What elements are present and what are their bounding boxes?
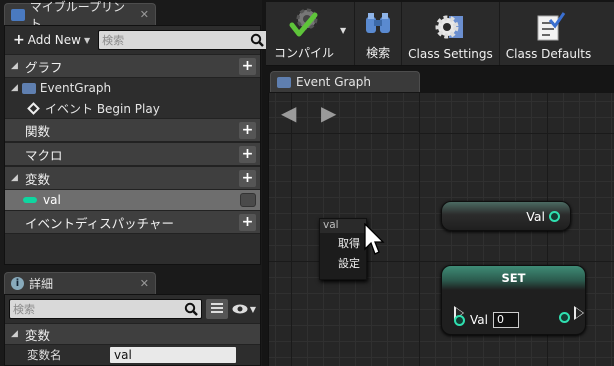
chevron-down-icon[interactable]: ▼ <box>340 26 346 35</box>
set-node-title: SET <box>501 271 526 285</box>
set-node-header: SET <box>442 266 585 290</box>
close-icon[interactable]: ✕ <box>140 8 149 21</box>
section-event-dispatchers-label: イベントディスパッチャー <box>25 215 175 231</box>
set-val-node[interactable]: SET Val 0 <box>441 265 586 335</box>
section-macros[interactable]: マクロ + <box>5 142 260 166</box>
add-new-button[interactable]: + Add New ▼ <box>9 30 94 50</box>
details-section-variable[interactable]: ◢ 変数 <box>5 323 260 345</box>
my-blueprint-tab[interactable]: マイブループリント ✕ <box>4 0 156 31</box>
class-defaults-label: Class Defaults <box>505 47 592 61</box>
section-graphs[interactable]: ◢ グラフ + <box>5 54 260 78</box>
tree-item-begin-play[interactable]: イベント Begin Play <box>5 98 260 118</box>
context-menu-set[interactable]: 設定 <box>320 253 366 273</box>
variable-type-selector[interactable] <box>240 193 256 207</box>
search-input[interactable] <box>102 33 248 47</box>
info-icon: i <box>11 277 24 290</box>
details-tab-label: 詳細 <box>29 277 54 291</box>
collapse-triangle-icon: ◢ <box>11 83 18 93</box>
search-icon[interactable] <box>184 302 198 316</box>
grid-icon <box>210 303 223 315</box>
left-column: マイブループリント ✕ + Add New ▼ ▼ <box>0 0 296 366</box>
tree-item-event-graph[interactable]: ◢ EventGraph <box>5 78 260 98</box>
chevron-down-icon: ▼ <box>83 35 91 45</box>
class-settings-button[interactable]: Class Settings <box>402 2 500 65</box>
class-settings-label: Class Settings <box>408 47 493 61</box>
view-options-button[interactable]: ▼ <box>232 304 256 314</box>
details-toolbar: ▼ <box>5 295 260 323</box>
variable-name-label: 変数名 <box>27 348 62 362</box>
set-val-input[interactable]: 0 <box>492 312 519 328</box>
compile-check-icon <box>289 8 318 37</box>
find-button[interactable]: 検索 <box>355 2 403 65</box>
collapse-triangle-icon: ◢ <box>11 173 18 183</box>
section-variables[interactable]: ◢ 変数 + <box>5 166 260 190</box>
collapse-triangle-icon: ◢ <box>11 329 18 339</box>
section-macros-label: マクロ <box>25 147 63 163</box>
property-matrix-button[interactable] <box>205 299 228 319</box>
variable-item-val[interactable]: val <box>5 190 260 210</box>
graph-canvas[interactable]: ◀ ▶ Val SET Val 0 val 取得 設定 <box>268 93 614 366</box>
variable-name-field[interactable]: val <box>110 347 236 363</box>
section-functions[interactable]: 関数 + <box>5 118 260 142</box>
add-variable-button[interactable]: + <box>239 169 256 187</box>
section-graphs-label: グラフ <box>25 59 63 75</box>
exec-out-pin-icon[interactable] <box>573 306 584 320</box>
details-search-input[interactable] <box>13 302 181 316</box>
variable-item-label: val <box>43 193 61 207</box>
variable-context-menu: val 取得 設定 <box>319 218 367 280</box>
my-blueprint-panel: + Add New ▼ ▼ ◢ グラフ + <box>4 25 296 265</box>
find-label: 検索 <box>366 46 391 60</box>
checklist-icon <box>537 12 565 41</box>
add-event-dispatcher-button[interactable]: + <box>239 213 256 231</box>
close-icon[interactable]: ✕ <box>140 277 149 290</box>
variable-name-row: 変数名 val <box>5 345 260 365</box>
binoculars-icon <box>366 13 391 33</box>
my-blueprint-toolbar: + Add New ▼ ▼ <box>5 26 296 54</box>
event-graph-tab-label: Event Graph <box>296 75 371 89</box>
context-menu-get[interactable]: 取得 <box>320 233 366 253</box>
input-pin-icon[interactable] <box>454 314 465 326</box>
class-defaults-button[interactable]: Class Defaults <box>500 2 597 65</box>
eye-icon <box>232 304 248 314</box>
details-search-box[interactable] <box>9 299 202 319</box>
plus-icon: + <box>13 32 25 48</box>
add-macro-button[interactable]: + <box>239 145 256 163</box>
search-box[interactable] <box>98 30 269 50</box>
event-diamond-icon <box>27 101 40 115</box>
variable-type-pill-icon <box>23 197 37 203</box>
section-functions-label: 関数 <box>25 123 51 139</box>
add-new-label: Add New <box>27 33 81 47</box>
add-graph-button[interactable]: + <box>239 57 256 75</box>
details-section-variable-label: 変数 <box>25 327 51 343</box>
main-toolbar: コンパイル ▼ 検索 Class Settings Class Defaults <box>266 2 614 66</box>
mouse-cursor-icon <box>364 223 385 255</box>
collapse-triangle-icon: ◢ <box>11 61 18 71</box>
section-event-dispatchers[interactable]: イベントディスパッチャー + <box>5 210 260 234</box>
forward-arrow-icon[interactable]: ▶ <box>321 101 336 125</box>
details-tab[interactable]: i 詳細 ✕ <box>4 272 156 294</box>
set-val-pin-label: Val <box>470 313 488 327</box>
add-function-button[interactable]: + <box>239 121 256 139</box>
graph-icon <box>21 82 36 94</box>
begin-play-label: イベント Begin Play <box>45 101 160 116</box>
compile-label: コンパイル <box>274 46 335 60</box>
gear-icon <box>435 15 464 39</box>
event-graph-label: EventGraph <box>39 81 112 95</box>
event-graph-tab[interactable]: Event Graph <box>270 71 420 92</box>
output-pin-icon[interactable] <box>549 210 560 222</box>
blueprint-tab-icon <box>11 8 25 21</box>
compile-button[interactable]: コンパイル ▼ <box>266 2 356 65</box>
get-val-node-label: Val <box>526 208 545 224</box>
graph-icon <box>277 76 291 88</box>
search-icon[interactable] <box>250 33 264 47</box>
chevron-down-icon: ▼ <box>249 304 256 314</box>
section-variables-label: 変数 <box>25 171 51 187</box>
details-panel: ▼ ◢ 変数 変数名 val <box>4 294 261 366</box>
get-val-node[interactable]: Val <box>441 201 571 231</box>
context-menu-header: val <box>320 219 366 233</box>
output-pin-icon[interactable] <box>559 312 570 323</box>
back-arrow-icon[interactable]: ◀ <box>281 101 296 125</box>
set-val-input-row: Val 0 <box>454 312 519 328</box>
